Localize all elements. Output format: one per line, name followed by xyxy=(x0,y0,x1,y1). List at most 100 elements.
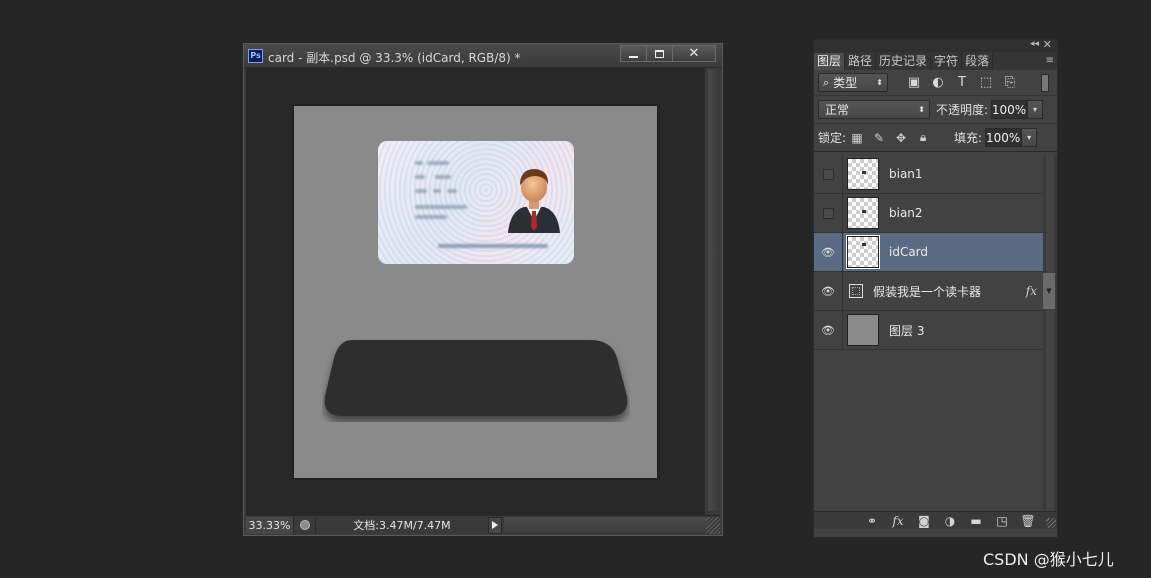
tab-history[interactable]: 历史记录 xyxy=(876,53,932,70)
minimize-icon xyxy=(629,55,638,58)
fx-icon[interactable]: fx xyxy=(885,514,911,528)
zoom-field[interactable]: 33.33% xyxy=(246,516,294,534)
type-filter-icon[interactable]: T xyxy=(950,75,974,90)
image-filter-icon[interactable]: ▣ xyxy=(902,75,926,90)
tab-layers[interactable]: 图层 xyxy=(814,53,846,70)
layer-row-bian2[interactable]: bian2 xyxy=(814,193,1043,233)
fill-label: 填充: xyxy=(954,131,983,145)
watermark: CSDN @猴小七儿 xyxy=(983,550,1114,569)
adjustment-filter-icon[interactable]: ◐ xyxy=(926,75,950,90)
eye-icon: 👁︎ xyxy=(821,245,835,259)
visibility-toggle[interactable]: 👁︎ xyxy=(814,310,843,350)
layer-name[interactable]: 假装我是一个读卡器 xyxy=(873,283,981,300)
layer-name[interactable]: idCard xyxy=(889,245,928,259)
visibility-toggle[interactable]: 👁︎ xyxy=(814,232,843,272)
fill-input[interactable]: 100% xyxy=(985,128,1022,147)
visibility-toggle[interactable] xyxy=(814,193,843,233)
adjustment-layer-icon[interactable]: ◑ xyxy=(937,514,963,528)
visibility-toggle[interactable] xyxy=(814,154,843,194)
status-info-icon[interactable] xyxy=(294,516,316,534)
canvas-area[interactable] xyxy=(246,68,704,515)
lock-all-icon[interactable]: 🔒︎ xyxy=(912,130,934,145)
trash-icon[interactable]: 🗑︎ xyxy=(1015,514,1041,528)
layers-list: bian1 bian2 👁︎ idCard 👁︎ 假装我是一个读卡器 fx 👁︎… xyxy=(814,154,1043,350)
document-titlebar[interactable]: Ps card - 副本.psd @ 33.3% (idCard, RGB/8)… xyxy=(244,44,722,68)
new-layer-icon[interactable]: ◳ xyxy=(989,514,1015,528)
lock-row: 锁定: ▦ ✎ ✥ 🔒︎ 填充: 100% ▾ xyxy=(814,124,1057,152)
layer-row-card-reader[interactable]: 👁︎ 假装我是一个读卡器 fx xyxy=(814,271,1043,311)
close-panel-icon[interactable]: ✕ xyxy=(1043,38,1052,51)
panel-header[interactable]: ◂◂ ✕ xyxy=(814,38,1057,52)
blend-mode-value: 正常 xyxy=(825,103,850,117)
lock-position-move-icon[interactable]: ✥ xyxy=(890,131,912,145)
hidden-box-icon xyxy=(822,207,834,219)
filter-toggle[interactable] xyxy=(1041,73,1049,92)
tab-character[interactable]: 字符 xyxy=(931,53,963,70)
mask-icon[interactable]: ◙ xyxy=(911,514,937,528)
lock-transparent-icon[interactable]: ▦ xyxy=(846,131,868,145)
document-window: Ps card - 副本.psd @ 33.3% (idCard, RGB/8)… xyxy=(243,43,723,536)
filter-kind-label: 类型 xyxy=(833,76,858,90)
document-title: card - 副本.psd @ 33.3% (idCard, RGB/8) * xyxy=(268,51,521,65)
photoshop-logo-icon: Ps xyxy=(248,49,263,63)
layer-name[interactable]: 图层 3 xyxy=(889,322,924,339)
layers-bottom-toolbar: ⚭ fx ◙ ◑ ▬ ◳ 🗑︎ xyxy=(814,511,1057,529)
opacity-label: 不透明度: xyxy=(936,103,989,117)
layers-scrollbar[interactable]: ▼ xyxy=(1043,155,1057,514)
maximize-icon xyxy=(655,49,664,58)
layer-row-bian1[interactable]: bian1 xyxy=(814,154,1043,194)
resize-grip-icon[interactable] xyxy=(1046,518,1056,528)
status-menu-arrow-icon[interactable] xyxy=(488,516,502,534)
id-card-image[interactable] xyxy=(378,141,574,264)
collapse-panel-icon[interactable]: ◂◂ xyxy=(1030,39,1039,49)
horizontal-scrollbar[interactable] xyxy=(504,516,706,534)
expand-effects-arrow-icon[interactable]: ▼ xyxy=(1043,273,1055,309)
layer-name[interactable]: bian1 xyxy=(889,167,923,181)
search-icon: ⌕ xyxy=(823,75,830,89)
card-reader-shape[interactable] xyxy=(322,338,630,422)
close-button[interactable]: ✕ xyxy=(672,45,716,62)
artboard[interactable] xyxy=(294,106,657,478)
layer-thumbnail[interactable] xyxy=(847,158,879,190)
opacity-dropdown-icon[interactable]: ▾ xyxy=(1027,100,1044,119)
shape-filter-icon[interactable]: ⬚ xyxy=(974,75,998,90)
opacity-input[interactable]: 100% xyxy=(991,100,1028,119)
filter-kind-select[interactable]: ⌕ 类型 ⬍ xyxy=(818,73,888,92)
smart-object-filter-icon[interactable]: ⎘ xyxy=(998,75,1022,90)
panel-tabs: 图层 路径 历史记录 字符 段落 ≡ xyxy=(814,52,1057,70)
layer-thumbnail[interactable] xyxy=(846,235,880,269)
resize-grip-icon[interactable] xyxy=(706,516,720,534)
tab-paths[interactable]: 路径 xyxy=(845,53,877,70)
shape-layer-icon[interactable] xyxy=(849,284,863,298)
close-icon: ✕ xyxy=(688,46,700,61)
layers-panel: ◂◂ ✕ 图层 路径 历史记录 字符 段落 ≡ ⌕ 类型 ⬍ ▣ ◐ T ⬚ ⎘… xyxy=(813,38,1058,538)
layer-row-idcard[interactable]: 👁︎ idCard xyxy=(814,232,1043,272)
maximize-button[interactable] xyxy=(646,45,673,62)
updown-arrow-icon: ⬍ xyxy=(876,78,883,87)
lock-label: 锁定: xyxy=(818,131,847,145)
layer-name[interactable]: bian2 xyxy=(889,206,923,220)
panel-menu-icon[interactable]: ≡ xyxy=(1046,55,1054,66)
blend-mode-select[interactable]: 正常 ⬍ xyxy=(818,100,930,119)
avatar-icon xyxy=(508,169,560,233)
visibility-toggle[interactable]: 👁︎ xyxy=(814,271,843,311)
layer-row-layer3[interactable]: 👁︎ 图层 3 xyxy=(814,310,1043,350)
blend-row: 正常 ⬍ 不透明度: 100% ▾ xyxy=(814,96,1057,124)
fill-dropdown-icon[interactable]: ▾ xyxy=(1021,128,1038,147)
filter-row: ⌕ 类型 ⬍ ▣ ◐ T ⬚ ⎘ xyxy=(814,70,1057,96)
group-folder-icon[interactable]: ▬ xyxy=(963,514,989,528)
fx-icon[interactable]: fx xyxy=(1026,284,1037,298)
tab-paragraph[interactable]: 段落 xyxy=(962,53,994,70)
layer-thumbnail[interactable] xyxy=(847,197,879,229)
document-size: 文档:3.47M/7.47M xyxy=(353,519,451,532)
hidden-box-icon xyxy=(822,168,834,180)
status-bar: 33.33% 文档:3.47M/7.47M xyxy=(246,515,720,534)
eye-icon: 👁︎ xyxy=(821,284,835,298)
minimize-button[interactable] xyxy=(620,45,647,62)
updown-arrow-icon: ⬍ xyxy=(918,105,925,114)
link-layers-icon[interactable]: ⚭ xyxy=(859,514,885,528)
lock-image-brush-icon[interactable]: ✎ xyxy=(868,131,890,145)
eye-icon: 👁︎ xyxy=(821,323,835,337)
vertical-scrollbar[interactable] xyxy=(704,68,720,515)
layer-thumbnail[interactable] xyxy=(847,314,879,346)
